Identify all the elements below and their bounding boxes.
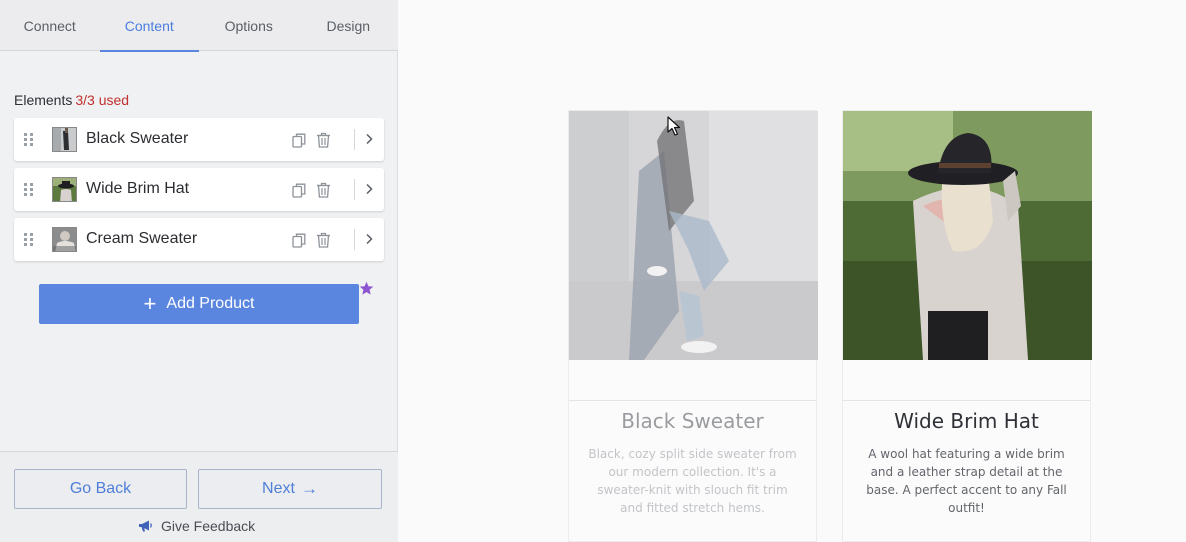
row-separator (354, 129, 355, 150)
give-feedback-link[interactable]: Give Feedback (138, 518, 255, 534)
megaphone-icon (139, 520, 152, 532)
elements-title: Elements (14, 92, 73, 108)
element-row-wide-brim-hat[interactable]: Wide Brim Hat (14, 168, 384, 211)
trash-icon[interactable] (316, 182, 331, 198)
tab-content[interactable]: Content (99, 0, 200, 52)
element-name: Cream Sweater (86, 230, 198, 247)
tab-design[interactable]: Design (299, 0, 399, 51)
editor-sidebar: Connect Content Options Design Elements 3… (0, 0, 398, 542)
add-product-button[interactable]: + Add Product (39, 284, 359, 324)
product-image (569, 111, 818, 360)
card-divider (569, 400, 816, 401)
tab-bar: Connect Content Options Design (0, 0, 399, 52)
product-description: Black, cozy split side sweater from our … (588, 447, 797, 515)
elements-heading: Elements 3/3 used (14, 92, 129, 108)
tab-connect[interactable]: Connect (0, 0, 100, 51)
element-row-black-sweater[interactable]: Black Sweater (14, 118, 384, 161)
copy-icon[interactable] (292, 233, 306, 248)
trash-icon[interactable] (316, 132, 331, 148)
arrow-right-icon: → (300, 479, 318, 498)
sidebar-footer: Go Back Next → Give Feedback (0, 451, 398, 542)
drag-handle-icon[interactable] (24, 183, 33, 196)
plus-icon: + (143, 291, 157, 316)
chevron-right-icon[interactable] (362, 132, 376, 146)
element-name: Wide Brim Hat (86, 180, 190, 197)
copy-icon[interactable] (292, 183, 306, 198)
drag-handle-icon[interactable] (24, 233, 33, 246)
trash-icon[interactable] (316, 232, 331, 248)
next-button[interactable]: Next → (198, 469, 382, 509)
product-image (843, 111, 1092, 360)
add-product-label: Add Product (166, 295, 255, 312)
element-row-cream-sweater[interactable]: Cream Sweater (14, 218, 384, 261)
element-thumbnail (52, 127, 77, 152)
go-back-button[interactable]: Go Back (14, 469, 187, 509)
element-thumbnail (52, 177, 77, 202)
product-title: Wide Brim Hat (894, 409, 1039, 433)
tab-options[interactable]: Options (199, 0, 299, 51)
copy-icon[interactable] (292, 133, 306, 148)
element-thumbnail (52, 227, 77, 252)
chevron-right-icon[interactable] (362, 232, 376, 246)
product-description: A wool hat featuring a wide brim and a l… (866, 447, 1067, 515)
drag-handle-icon[interactable] (24, 133, 33, 146)
product-card-black-sweater[interactable]: Black Sweater Black, cozy split side swe… (568, 110, 818, 542)
mouse-pointer-icon (667, 116, 681, 136)
elements-used-count: 3/3 used (75, 92, 130, 108)
feedback-label: Give Feedback (161, 518, 256, 534)
card-divider (843, 400, 1090, 401)
chevron-right-icon[interactable] (362, 182, 376, 196)
product-card-wide-brim-hat[interactable]: Wide Brim Hat A wool hat featuring a wid… (842, 110, 1092, 542)
next-label: Next (262, 480, 295, 497)
star-icon (359, 281, 374, 295)
product-title: Black Sweater (621, 409, 764, 433)
row-separator (354, 229, 355, 250)
row-separator (354, 179, 355, 200)
element-name: Black Sweater (86, 130, 189, 147)
preview-canvas: Black Sweater Black, cozy split side swe… (399, 0, 1186, 542)
